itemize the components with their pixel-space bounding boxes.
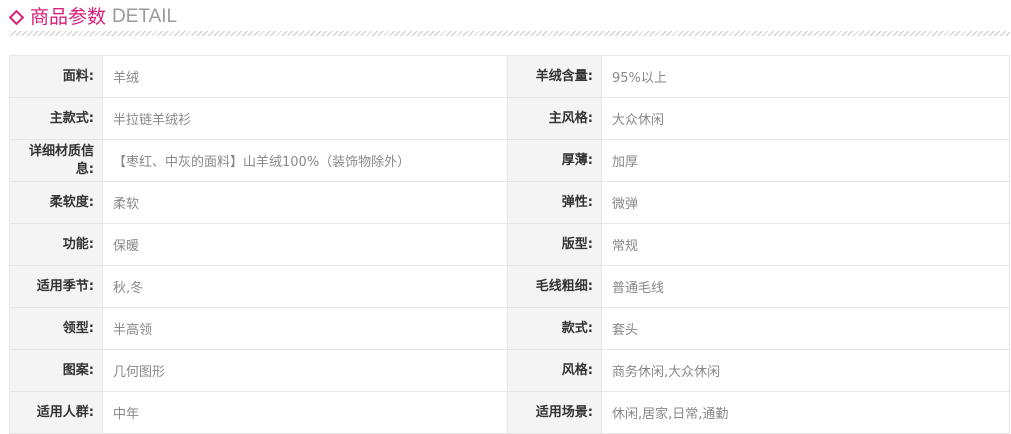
param-value: 休闲,居家,日常,通勤 — [601, 391, 1010, 434]
param-label: 毛线粗细: — [507, 265, 602, 308]
param-value: 微弹 — [601, 181, 1010, 224]
table-row: 详细材质信息: 【枣红、中灰的面料】山羊绒100%（装饰物除外） 厚薄: 加厚 — [9, 139, 1010, 182]
param-value: 【枣红、中灰的面料】山羊绒100%（装饰物除外） — [102, 139, 508, 182]
param-value: 普通毛线 — [601, 265, 1010, 308]
section-header: 商品参数 DETAIL — [8, 3, 178, 31]
param-value: 加厚 — [601, 139, 1010, 182]
param-label: 适用人群: — [9, 391, 103, 434]
param-label: 主风格: — [507, 97, 602, 140]
table-row: 图案: 几何图形 风格: 商务休闲,大众休闲 — [9, 349, 1010, 392]
table-row: 主款式: 半拉链羊绒衫 主风格: 大众休闲 — [9, 97, 1010, 140]
params-table: 面料: 羊绒 羊绒含量: 95%以上 主款式: 半拉链羊绒衫 主风格: 大众休闲… — [9, 55, 1010, 434]
param-value: 95%以上 — [601, 55, 1010, 98]
param-value: 半拉链羊绒衫 — [102, 97, 508, 140]
param-value: 中年 — [102, 391, 508, 434]
param-value: 羊绒 — [102, 55, 508, 98]
param-value: 大众休闲 — [601, 97, 1010, 140]
hatched-divider — [9, 31, 1010, 36]
param-label: 功能: — [9, 223, 103, 266]
section-title-en: DETAIL — [112, 6, 178, 27]
param-value: 保暖 — [102, 223, 508, 266]
param-label: 面料: — [9, 55, 103, 98]
param-value: 常规 — [601, 223, 1010, 266]
table-row: 领型: 半高领 款式: 套头 — [9, 307, 1010, 350]
param-value: 套头 — [601, 307, 1010, 350]
param-value: 柔软 — [102, 181, 508, 224]
param-label: 适用场景: — [507, 391, 602, 434]
param-label: 风格: — [507, 349, 602, 392]
param-label: 款式: — [507, 307, 602, 350]
param-label: 图案: — [9, 349, 103, 392]
param-label: 主款式: — [9, 97, 103, 140]
param-label: 领型: — [9, 307, 103, 350]
param-label: 柔软度: — [9, 181, 103, 224]
param-value: 半高领 — [102, 307, 508, 350]
table-row: 功能: 保暖 版型: 常规 — [9, 223, 1010, 266]
param-label: 版型: — [507, 223, 602, 266]
param-label: 厚薄: — [507, 139, 602, 182]
table-row: 适用人群: 中年 适用场景: 休闲,居家,日常,通勤 — [9, 391, 1010, 434]
diamond-icon — [8, 9, 25, 25]
param-value: 商务休闲,大众休闲 — [601, 349, 1010, 392]
param-value: 几何图形 — [102, 349, 508, 392]
param-label: 适用季节: — [9, 265, 103, 308]
table-row: 柔软度: 柔软 弹性: 微弹 — [9, 181, 1010, 224]
param-label: 羊绒含量: — [507, 55, 602, 98]
param-label: 详细材质信息: — [9, 139, 103, 182]
table-row: 面料: 羊绒 羊绒含量: 95%以上 — [9, 55, 1010, 98]
section-title: 商品参数 — [30, 6, 107, 28]
param-value: 秋,冬 — [102, 265, 508, 308]
param-label: 弹性: — [507, 181, 602, 224]
table-row: 适用季节: 秋,冬 毛线粗细: 普通毛线 — [9, 265, 1010, 308]
